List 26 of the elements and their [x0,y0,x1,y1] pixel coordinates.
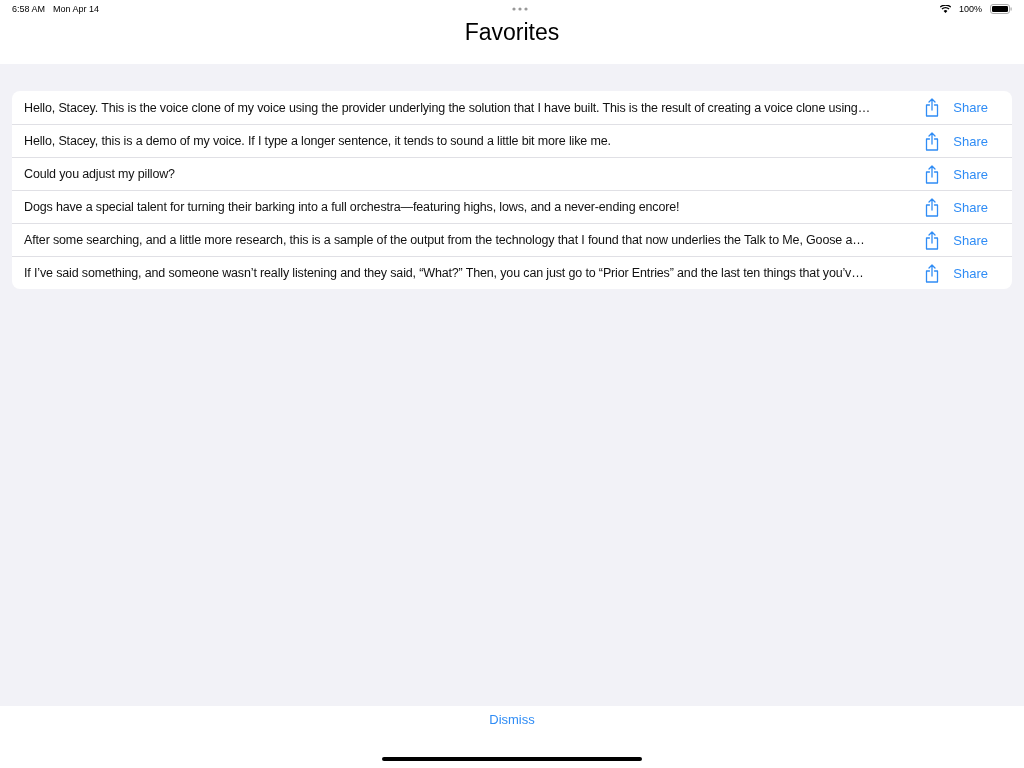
share-button[interactable]: Share [917,98,1012,117]
battery-percent: 100% [958,4,982,14]
share-icon [925,197,940,217]
share-button[interactable]: Share [917,263,1012,283]
share-icon [925,98,940,117]
wifi-icon [939,5,951,13]
favorite-text[interactable]: Could you adjust my pillow? [24,167,918,181]
share-icon [925,263,940,283]
favorite-text[interactable]: Hello, Stacey, this is a demo of my voice. If I type a longer sentence, it tends to sound a little bit more like me. [24,134,918,148]
share-button[interactable]: Share [917,164,1012,184]
share-button[interactable]: Share [917,197,1012,217]
share-icon [925,131,940,151]
dismiss-button[interactable]: Dismiss [485,712,539,727]
favorite-text[interactable]: After some searching, and a little more research, this is a sample of the output from the technology that I found that now underlies the Talk to Me, Goose a… [24,233,918,247]
share-button[interactable]: Share [917,131,1012,151]
share-icon [925,164,940,184]
page-title: Favorites [464,19,560,46]
share-icon [925,230,940,250]
status-time: 6:58 AM [12,4,46,14]
favorite-text[interactable]: Hello, Stacey. This is the voice clone of my voice using the provider underlying the solution that I have built. This is the result of creating a voice clone using… [24,100,918,115]
multitasking-dots-icon [511,7,528,11]
favorite-text[interactable]: If I’ve said something, and someone wasn’t really listening and they said, “What?” Then, you can just go to “Prior Entries” and the last ten things that you’v… [24,266,918,280]
battery-icon [990,4,1012,14]
status-date: Mon Apr 14 [53,4,100,14]
share-button[interactable]: Share [917,230,1012,250]
favorite-text[interactable]: Dogs have a special talent for turning their barking into a full orchestra—featuring highs, lows, and a never-ending encore! [24,200,918,214]
